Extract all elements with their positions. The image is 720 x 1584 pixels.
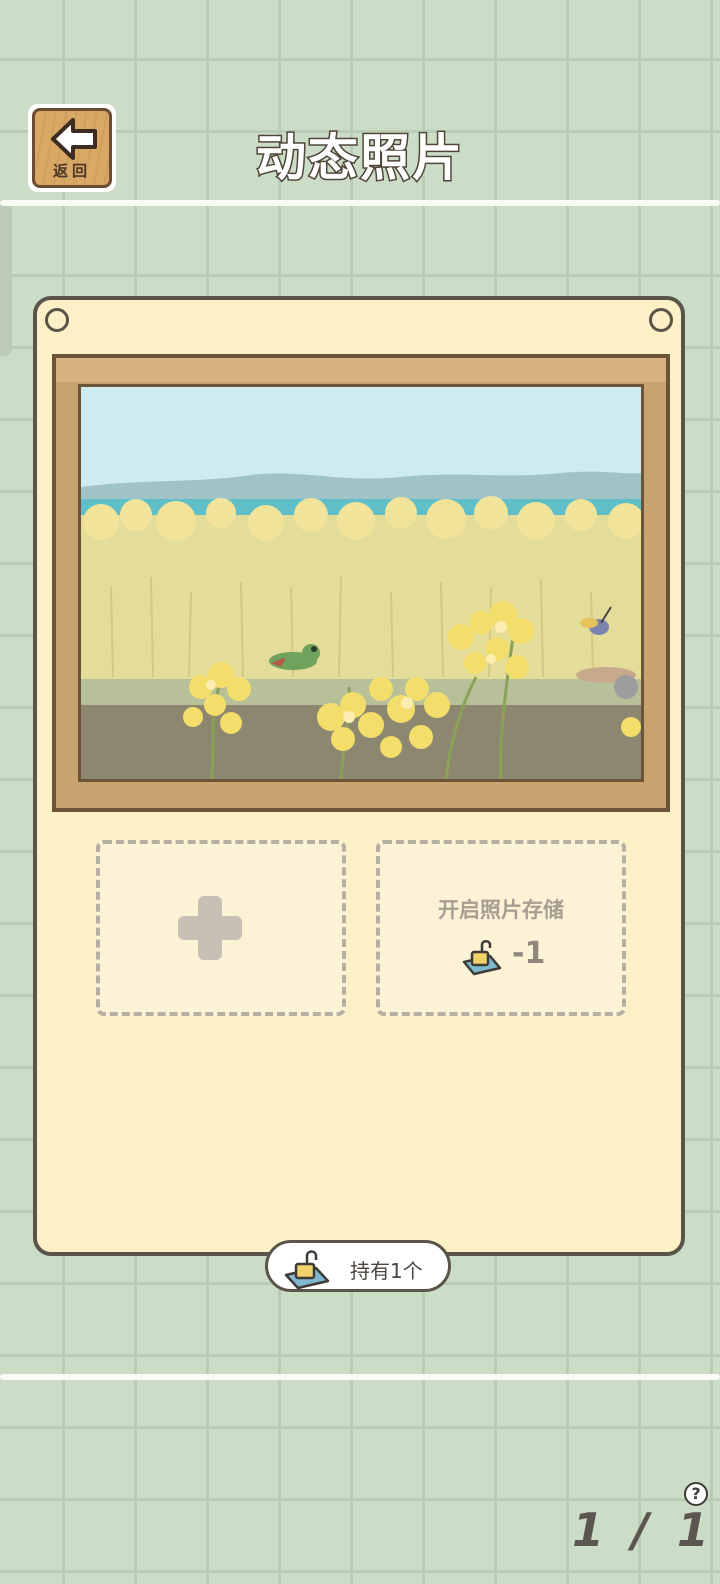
header-divider	[0, 200, 720, 206]
screw-icon	[45, 308, 69, 332]
unlock-photo-storage-slot[interactable]: 开启照片存储 -1	[376, 840, 626, 1016]
page-separator: /	[632, 1503, 655, 1557]
photo-frame	[52, 354, 670, 812]
unlock-ticket-icon	[284, 1250, 330, 1289]
total-pages: 1	[676, 1503, 715, 1557]
unlock-cost: -1	[512, 936, 546, 971]
help-icon[interactable]: ?	[684, 1482, 708, 1506]
back-button[interactable]: 返回	[28, 104, 116, 192]
back-label: 返回	[52, 163, 91, 180]
footer-divider	[0, 1374, 720, 1380]
page-indicator: 1 / 1	[572, 1503, 715, 1557]
field-scene-illustration	[81, 387, 641, 779]
unlock-storage-label: 开启照片存储	[438, 898, 564, 922]
side-drawer-tab[interactable]	[0, 200, 12, 356]
back-arrow-icon	[51, 118, 97, 160]
holding-count-badge: 持有1个	[265, 1240, 451, 1292]
page-title: 动态照片	[255, 128, 464, 189]
holding-count-label: 持有1个	[350, 1259, 423, 1283]
live-photo[interactable]	[78, 384, 644, 782]
screw-icon	[649, 308, 673, 332]
add-photo-slot[interactable]	[96, 840, 346, 1016]
current-page: 1	[572, 1503, 611, 1557]
unlock-ticket-icon	[462, 940, 502, 976]
